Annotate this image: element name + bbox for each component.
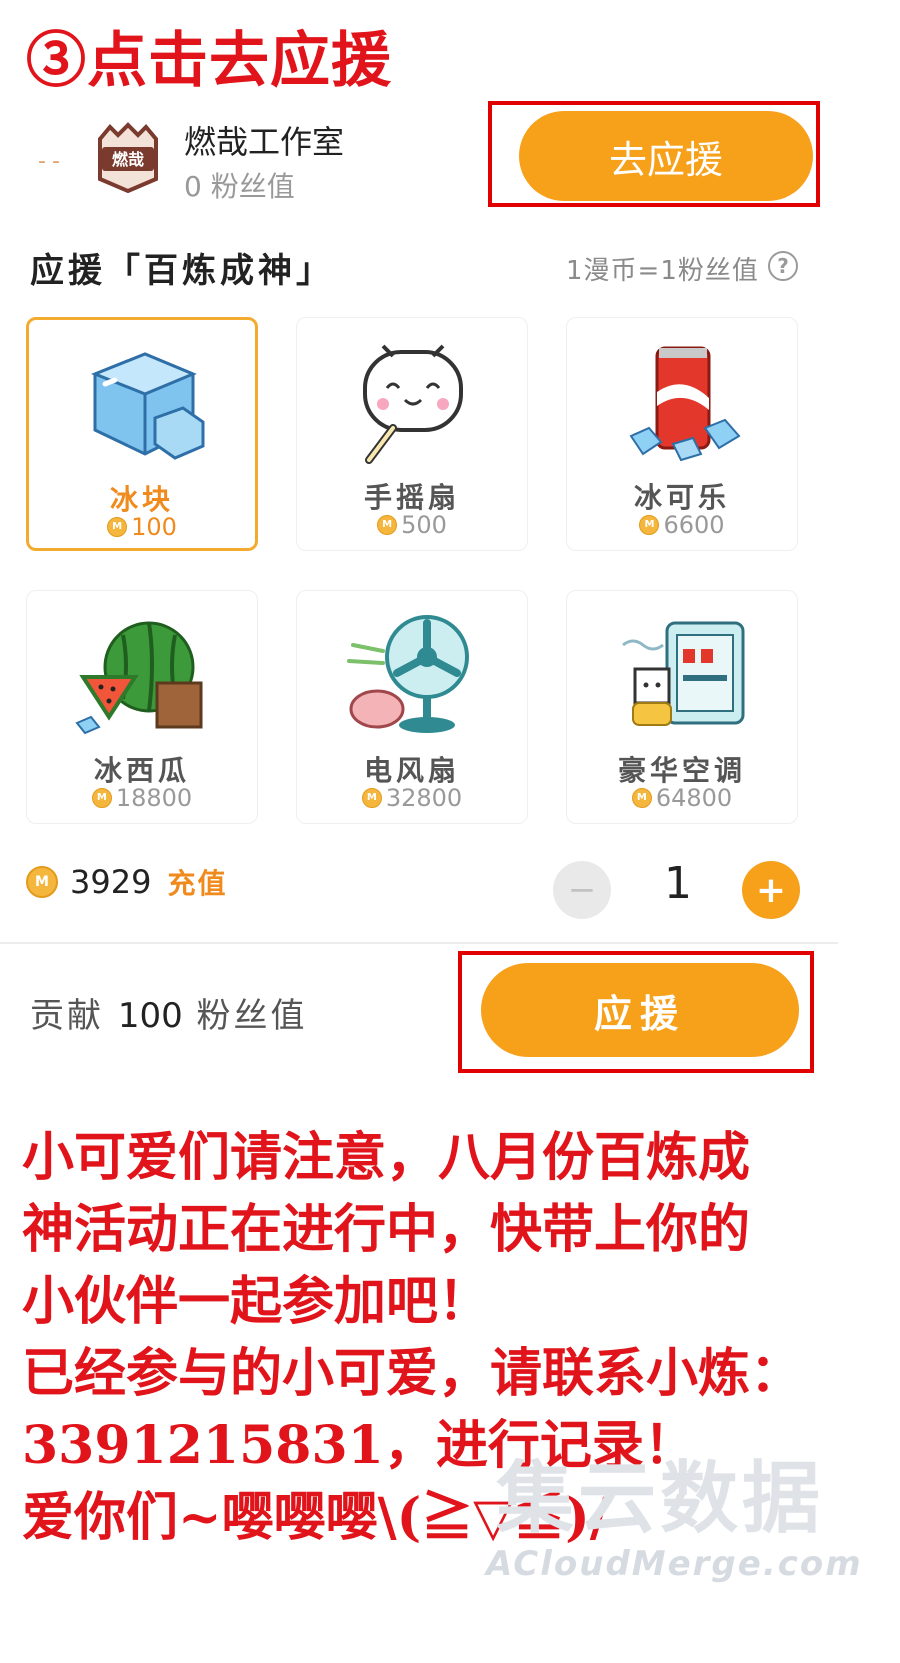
gift-price: 18800 xyxy=(27,784,257,812)
coin-icon xyxy=(377,515,398,535)
gift-price: 64800 xyxy=(567,784,797,812)
go-support-button[interactable]: 去应援 xyxy=(519,111,813,201)
watermark-en: ACloudMerge.com xyxy=(486,1544,863,1584)
gift-price: 6600 xyxy=(567,511,797,539)
gift-iced-watermelon[interactable]: 冰西瓜 18800 xyxy=(26,590,258,824)
coin-icon xyxy=(361,788,382,808)
notice-line: 小伙伴一起参加吧！ xyxy=(22,1271,491,1332)
gift-name: 冰块 xyxy=(109,483,174,516)
quantity-value: 1 xyxy=(664,858,692,909)
step-title: ③点击去应援 xyxy=(26,26,392,96)
gift-iced-cola[interactable]: 冰可乐 6600 xyxy=(566,317,798,551)
notice-line: 小可爱们请注意，八月份百炼成 xyxy=(22,1127,751,1188)
gift-name: 冰西瓜 xyxy=(93,754,190,787)
quantity-increase-button[interactable]: + xyxy=(742,861,800,919)
studio-name: 燃哉工作室 xyxy=(184,123,345,161)
watermark: 集云数据 ACloudMerge.com xyxy=(486,1436,861,1626)
gift-name: 手摇扇 xyxy=(363,481,460,514)
hand-fan-icon xyxy=(363,344,463,464)
coin-icon xyxy=(639,515,660,535)
watermark-cn: 集云数据 xyxy=(496,1454,825,1544)
help-icon[interactable]: ? xyxy=(768,251,798,281)
gift-name: 冰可乐 xyxy=(633,481,730,514)
notice-line: 已经参与的小可爱，请联系小炼： xyxy=(22,1343,803,1404)
coin-icon xyxy=(26,866,58,898)
divider-dashes: -- xyxy=(38,149,66,174)
support-button[interactable]: 应援 xyxy=(481,963,799,1057)
balance-value: 3929 xyxy=(70,863,152,901)
studio-fans: 0 粉丝值 xyxy=(184,170,295,203)
coin-icon xyxy=(631,788,652,808)
notice-line: 神活动正在进行中，快带上你的 xyxy=(22,1199,751,1260)
coin-icon xyxy=(91,788,112,808)
air-conditioner-icon xyxy=(622,621,745,726)
studio-logo: 燃哉 xyxy=(98,122,158,193)
recharge-link[interactable]: 充值 xyxy=(167,862,227,902)
gift-price: 500 xyxy=(297,511,527,539)
gift-name: 电风扇 xyxy=(363,754,460,787)
watermelon-icon xyxy=(75,621,203,735)
ice-cube-icon xyxy=(90,352,205,460)
electric-fan-icon xyxy=(347,615,469,733)
studio-logo-text: 燃哉 xyxy=(112,150,144,169)
divider xyxy=(0,942,838,944)
contribution-text: 贡献 100 粉丝值 xyxy=(30,996,308,1036)
support-title: 应援「百炼成神」 xyxy=(30,251,334,291)
gift-price: 32800 xyxy=(297,784,527,812)
gift-luxury-ac[interactable]: 豪华空调 64800 xyxy=(566,590,798,824)
coin-icon xyxy=(107,517,128,537)
gift-electric-fan[interactable]: 电风扇 32800 xyxy=(296,590,528,824)
gift-name: 豪华空调 xyxy=(617,754,746,787)
wallet-balance: 3929 充值 xyxy=(26,862,227,902)
exchange-rate: 1漫币=1粉丝值 xyxy=(566,256,759,286)
iced-cola-icon xyxy=(629,346,741,462)
quantity-decrease-button[interactable]: − xyxy=(553,861,611,919)
gift-hand-fan[interactable]: 手摇扇 500 xyxy=(296,317,528,551)
gift-price: 100 xyxy=(29,513,255,541)
gift-ice-cube[interactable]: 冰块 100 xyxy=(26,317,258,551)
